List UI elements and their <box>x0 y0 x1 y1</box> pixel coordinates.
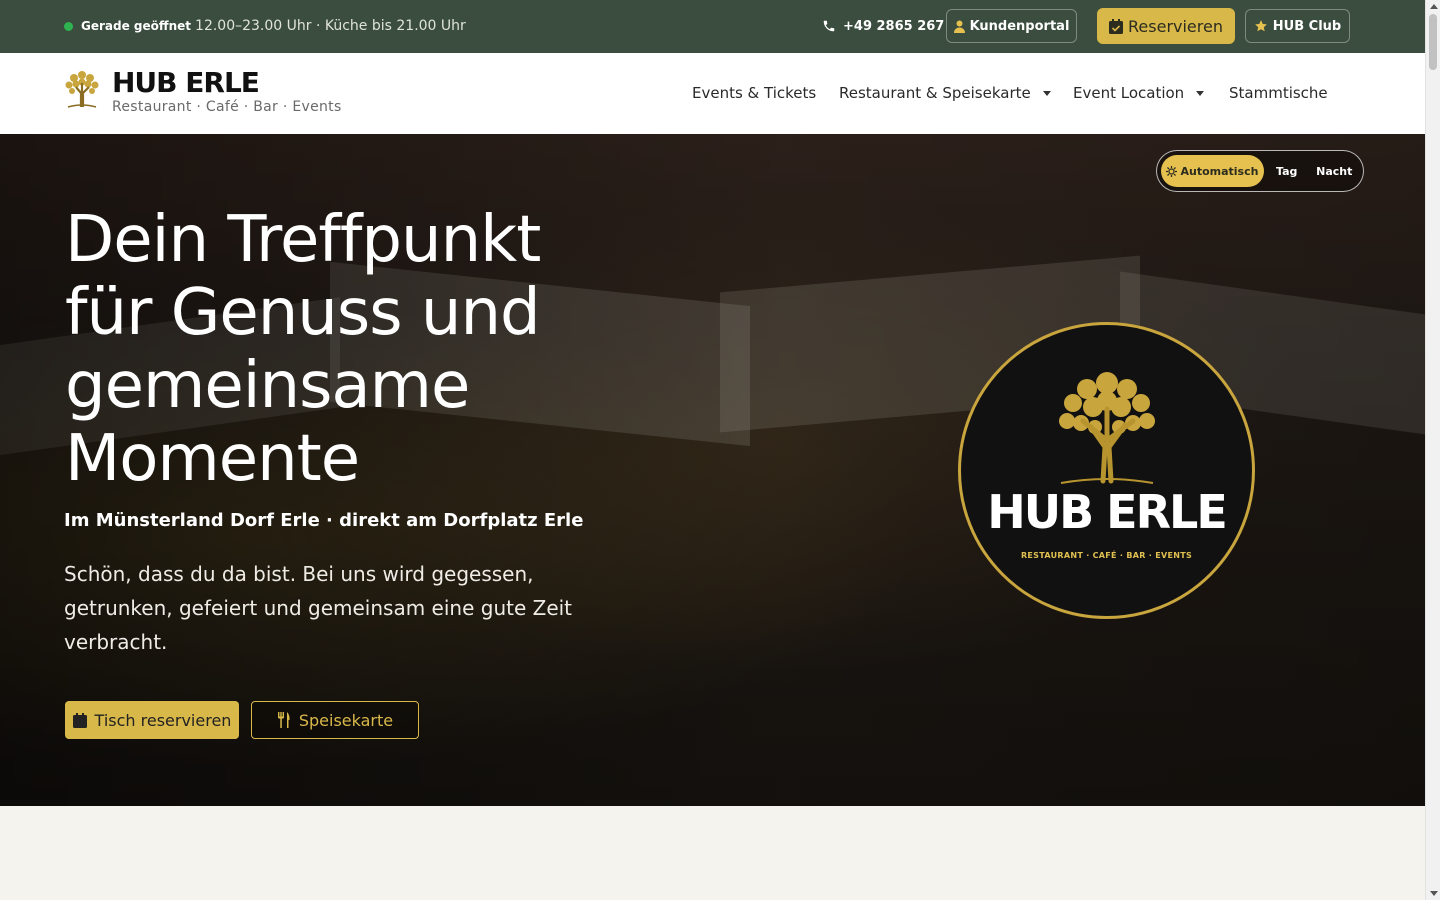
open-status-dot <box>64 21 73 31</box>
table-reserve-label: Tisch reservieren <box>94 710 232 730</box>
nav-event-location[interactable]: Event Location <box>1073 81 1205 105</box>
kundenportal-label: Kundenportal <box>969 18 1070 34</box>
mode-day-button[interactable]: Tag <box>1264 155 1310 187</box>
tree-logo-icon <box>65 71 99 108</box>
hub-club-label: HUB Club <box>1272 18 1342 34</box>
hero-section: Automatisch Tag Nacht Dein Treffpunkt fü… <box>0 134 1425 806</box>
table-reserve-button[interactable]: Tisch reservieren <box>65 701 239 739</box>
hero-subtitle: Im Münsterland Dorf Erle · direkt am Dor… <box>64 510 584 531</box>
nav-label: Events & Tickets <box>692 84 817 102</box>
theme-mode-toggle: Automatisch Tag Nacht <box>1156 150 1364 192</box>
hero-title: Dein Treffpunkt für Genuss und gemeinsam… <box>65 203 541 496</box>
opening-status: Gerade geöffnet 12.00–23.00 Uhr · Küche … <box>64 16 466 36</box>
nav-label: Event Location <box>1073 84 1185 102</box>
nav-label: Restaurant & Speisekarte <box>839 84 1031 102</box>
caret-down-icon <box>1042 90 1051 96</box>
nav-stammtische[interactable]: Stammtische <box>1229 81 1328 105</box>
calendar-icon <box>72 712 87 728</box>
page-scrollbar[interactable] <box>1425 0 1440 900</box>
emblem-title: HUB ERLE <box>987 485 1228 539</box>
brand-subtitle: Restaurant · Café · Bar · Events <box>112 99 342 115</box>
phone-number: +49 2865 267 <box>843 18 945 34</box>
utensils-icon <box>277 712 290 728</box>
next-section <box>0 806 1425 900</box>
tree-emblem-icon <box>1059 372 1155 484</box>
mode-day-label: Tag <box>1276 164 1298 178</box>
scroll-thumb[interactable] <box>1429 14 1437 70</box>
open-status-label: Gerade geöffnet <box>81 19 192 33</box>
menu-button[interactable]: Speisekarte <box>251 701 419 739</box>
nav-restaurant-speisekarte[interactable]: Restaurant & Speisekarte <box>839 81 1051 105</box>
caret-down-icon <box>1196 90 1205 96</box>
menu-label: Speisekarte <box>298 710 394 730</box>
user-icon <box>953 20 965 33</box>
nav-label: Stammtische <box>1229 84 1328 102</box>
opening-hours: 12.00–23.00 Uhr · Küche bis 21.00 Uhr <box>195 18 466 34</box>
nav-events-tickets[interactable]: Events & Tickets <box>692 81 816 105</box>
emblem-subtitle: RESTAURANT · CAFÉ · BAR · EVENTS <box>1020 551 1193 560</box>
calendar-check-icon <box>1109 18 1124 34</box>
scroll-up-arrow-icon[interactable] <box>1430 4 1438 9</box>
hub-club-button[interactable]: HUB Club <box>1245 9 1350 43</box>
hero-text: Schön, dass du da bist. Bei uns wird geg… <box>64 562 573 654</box>
scroll-down-arrow-icon[interactable] <box>1430 891 1438 896</box>
reserve-label: Reservieren <box>1128 16 1223 36</box>
mode-night-label: Nacht <box>1316 164 1353 178</box>
kundenportal-button[interactable]: Kundenportal <box>946 9 1077 43</box>
phone-link[interactable]: +49 2865 267 <box>822 16 944 36</box>
brand-logo-link[interactable] <box>64 69 100 109</box>
sun-gear-icon <box>1166 165 1178 177</box>
top-bar: Gerade geöffnet 12.00–23.00 Uhr · Küche … <box>0 0 1425 53</box>
main-header: HUB ERLE Restaurant · Café · Bar · Event… <box>0 53 1425 134</box>
mode-auto-button[interactable]: Automatisch <box>1161 155 1264 187</box>
phone-icon <box>823 20 835 32</box>
brand-title: HUB ERLE <box>112 66 260 99</box>
mode-auto-label: Automatisch <box>1180 164 1259 178</box>
mode-night-button[interactable]: Nacht <box>1310 155 1360 187</box>
hub-erle-emblem: HUB ERLE RESTAURANT · CAFÉ · BAR · EVENT… <box>958 322 1255 619</box>
reserve-button[interactable]: Reservieren <box>1097 8 1235 44</box>
star-icon <box>1254 20 1267 32</box>
